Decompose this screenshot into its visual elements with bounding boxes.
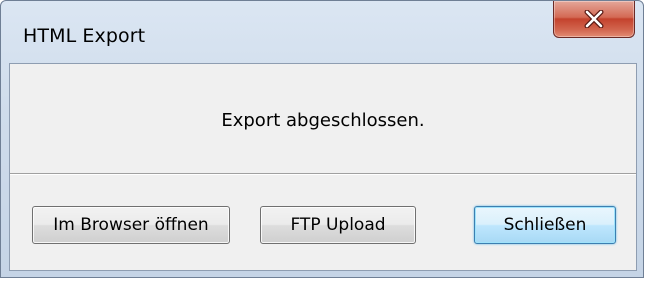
window-title: HTML Export <box>23 25 146 47</box>
ftp-upload-button[interactable]: FTP Upload <box>260 206 416 244</box>
status-message: Export abgeschlossen. <box>221 110 425 131</box>
open-in-browser-button[interactable]: Im Browser öffnen <box>32 206 230 244</box>
dialog-window: HTML Export Export abgeschlossen. Im Bro… <box>0 0 644 278</box>
title-bar[interactable]: HTML Export <box>1 1 643 63</box>
divider <box>10 174 636 175</box>
close-icon <box>584 10 604 28</box>
close-window-button[interactable] <box>553 1 635 38</box>
dialog-body: Export abgeschlossen. Im Browser öffnen … <box>9 63 637 271</box>
close-button[interactable]: Schließen <box>474 206 616 244</box>
message-panel: Export abgeschlossen. <box>10 64 636 174</box>
